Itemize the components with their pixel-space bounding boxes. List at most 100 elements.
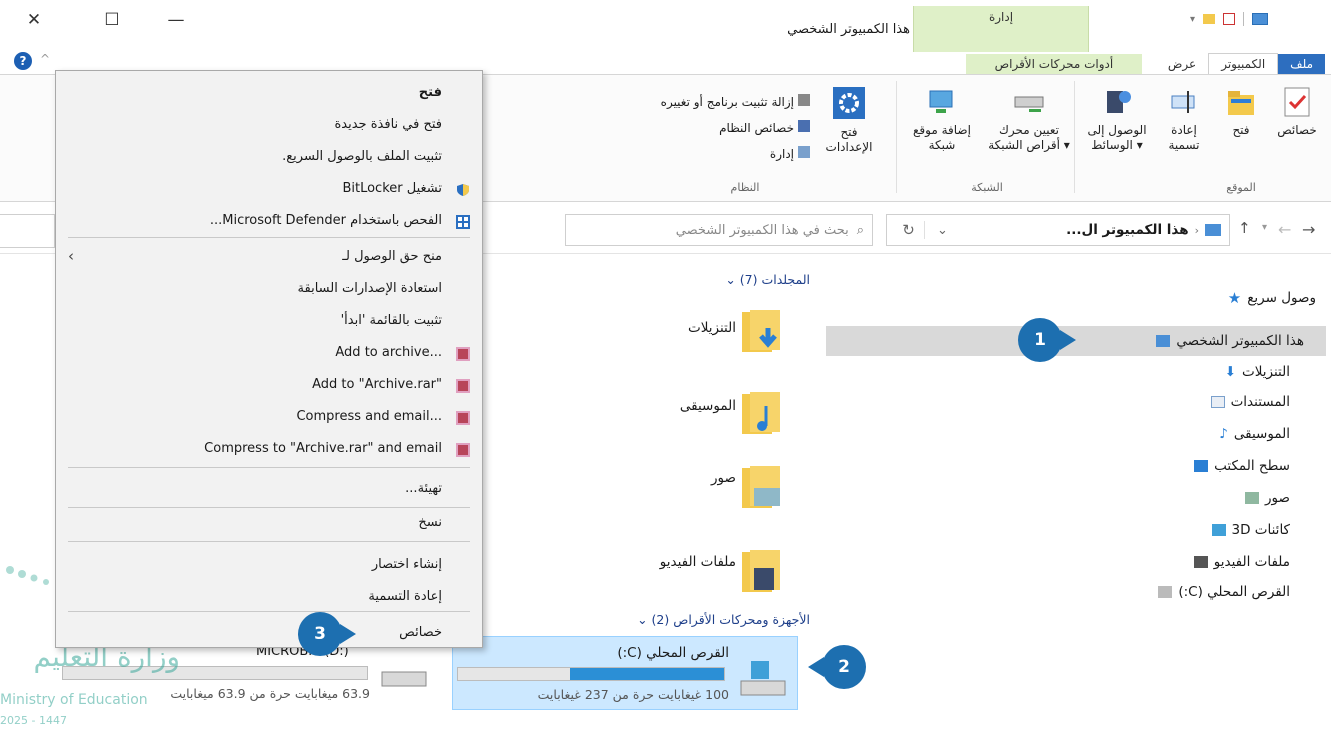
tab-drive-tools[interactable]: أدوات محركات الأقراص <box>965 54 1142 74</box>
menu-item-add-archive-rar[interactable]: Add to "Archive.rar" <box>312 377 442 399</box>
video-icon <box>1193 556 1208 568</box>
menu-item-open[interactable]: فتح <box>419 85 442 107</box>
nav-pictures-label: صور <box>1265 490 1290 506</box>
menu-item-format[interactable]: تهيئة... <box>405 481 442 503</box>
minimize-button[interactable]: — <box>156 6 196 34</box>
drive-icon <box>1158 586 1173 598</box>
drive-c-tile[interactable]: القرص المحلي (C:) 100 غيغابايت حرة من 23… <box>452 636 798 710</box>
quick-access-toolbar: ▾ <box>1190 12 1269 26</box>
collapse-ribbon-icon[interactable]: ^ <box>40 52 50 66</box>
menu-item-pin-quick-access[interactable]: تثبيت الملف بالوصول السريع. <box>282 149 442 171</box>
search-input[interactable]: بحث في هذا الكمبيوتر الشخصي <box>676 223 849 238</box>
star-icon: ★ <box>1227 289 1242 307</box>
manage-button[interactable]: إدارة <box>560 141 810 167</box>
nav-pictures[interactable]: صور <box>1245 484 1290 512</box>
menu-item-open-new-window[interactable]: فتح في نافذة جديدة <box>334 117 442 139</box>
menu-item-bitlocker[interactable]: تشغيل BitLocker <box>342 181 442 203</box>
nav-documents[interactable]: المستندات <box>1210 388 1290 416</box>
menu-item-add-archive[interactable]: Add to archive... <box>335 345 442 367</box>
settings-gear-icon <box>833 87 865 119</box>
folder-item[interactable]: التنزيلات <box>600 300 810 364</box>
help-icon[interactable]: ? <box>14 52 32 70</box>
back-arrow-icon[interactable]: → <box>1302 220 1315 239</box>
nav-local-disk[interactable]: القرص المحلي (C:) <box>1158 578 1290 606</box>
map-drive-label-2: أقراص الشبكة ▾ <box>988 138 1070 152</box>
breadcrumb: هذا الكمبيوتر ال... <box>1066 222 1189 238</box>
menu-item-defender-scan[interactable]: الفحص باستخدام Microsoft Defender... <box>210 213 442 235</box>
search-box[interactable]: ⌕ بحث في هذا الكمبيوتر الشخصي <box>565 214 873 246</box>
folders-group-header[interactable]: المجلدات (7) ⌄ <box>596 272 810 287</box>
group-label-location: الموقع <box>1226 181 1256 194</box>
menu-item-restore-versions[interactable]: استعادة الإصدارات السابقة <box>298 281 442 303</box>
winrar-icon <box>456 379 470 393</box>
nav-videos[interactable]: ملفات الفيديو <box>1193 548 1290 576</box>
menu-item-compress-rar-email[interactable]: Compress to "Archive.rar" and email <box>204 441 442 463</box>
network-drive-icon <box>1014 96 1044 112</box>
access-media-button[interactable]: الوصول إلى الوسائط ▾ <box>1080 85 1154 153</box>
menu-item-pin-start[interactable]: تثبيت بالقائمة 'ابدأ' <box>341 313 442 335</box>
left-box-edge <box>0 214 55 248</box>
folder-label: التنزيلات <box>688 320 736 336</box>
callout-1: 1 <box>1018 318 1076 362</box>
nav-this-pc[interactable]: هذا الكمبيوتر الشخصي <box>1156 327 1304 355</box>
refresh-icon[interactable]: ↻ <box>893 221 925 239</box>
rename-button[interactable]: إعادة تسمية <box>1156 85 1212 153</box>
forward-arrow-icon[interactable]: ← <box>1278 220 1291 239</box>
callout-3: 3 <box>298 612 356 656</box>
qat-folder-icon[interactable] <box>1203 14 1216 24</box>
qat-properties-icon[interactable] <box>1223 13 1236 25</box>
system-properties-icon <box>798 120 810 132</box>
manage-icon <box>798 146 810 158</box>
nav-desktop[interactable]: سطح المكتب <box>1194 452 1290 480</box>
map-network-drive-button[interactable]: تعيين محرك أقراص الشبكة ▾ <box>986 85 1072 153</box>
tab-computer[interactable]: الكمبيوتر <box>1208 53 1279 74</box>
folder-item[interactable]: الموسيقى <box>600 382 810 446</box>
folder-item[interactable]: ملفات الفيديو <box>600 548 810 612</box>
drive-c-free-space: 100 غيغابايت حرة من 237 غيغابايت <box>537 687 729 702</box>
tab-view[interactable]: عرض <box>1156 54 1208 74</box>
qat-dropdown-icon[interactable]: ▾ <box>1190 14 1195 25</box>
winrar-icon <box>456 347 470 361</box>
address-field[interactable]: ‹ هذا الكمبيوتر ال... ⌄ ↻ <box>886 214 1230 246</box>
menu-item-create-shortcut[interactable]: إنشاء اختصار <box>372 557 442 579</box>
nav-3d-objects[interactable]: كائنات 3D <box>1211 516 1290 544</box>
nav-downloads[interactable]: ⬇ التنزيلات <box>1225 358 1290 386</box>
add-network-location-button[interactable]: إضافة موقع شبكة <box>902 85 982 153</box>
defender-icon <box>456 215 470 229</box>
open-settings-label-2: الإعدادات <box>825 140 873 154</box>
windows-drive-icon <box>740 661 786 696</box>
contextual-tab-group: إدارة <box>913 6 1089 52</box>
menu-item-compress-email[interactable]: Compress and email... <box>296 409 442 431</box>
properties-icon <box>1284 87 1310 117</box>
winrar-icon <box>456 443 470 457</box>
desktop-icon <box>1194 460 1209 472</box>
menu-item-properties[interactable]: خصائص <box>399 625 442 647</box>
uninstall-program-button[interactable]: إزالة تثبيت برنامج أو تغييره <box>560 89 810 115</box>
properties-button[interactable]: خصائص <box>1268 85 1326 138</box>
access-media-label-1: الوصول إلى <box>1087 123 1147 137</box>
navigation-pane: ★ وصول سريع هذا الكمبيوتر الشخصي ⬇ التنز… <box>826 282 1326 612</box>
folder-open-icon <box>1228 91 1254 115</box>
rename-label-2: تسمية <box>1168 138 1200 152</box>
folder-item[interactable]: صور <box>600 464 810 528</box>
drives-group-header[interactable]: الأجهزة ومحركات الأقراص (2) ⌄ <box>560 612 810 627</box>
nav-music[interactable]: ♪ الموسيقى <box>1219 420 1290 448</box>
system-properties-button[interactable]: خصائص النظام <box>560 115 810 141</box>
callout-3-number: 3 <box>298 612 342 656</box>
close-button[interactable]: ✕ <box>14 6 54 34</box>
tab-file[interactable]: ملف <box>1278 54 1325 74</box>
maximize-button[interactable]: ☐ <box>92 6 132 34</box>
menu-item-copy[interactable]: نسخ <box>418 515 442 537</box>
nav-quick-access[interactable]: ★ وصول سريع <box>1228 284 1316 312</box>
up-arrow-icon[interactable]: ↑ <box>1238 219 1251 237</box>
address-dropdown-icon[interactable]: ⌄ <box>937 223 948 238</box>
recent-dropdown-icon[interactable]: ▾ <box>1262 222 1267 233</box>
menu-item-rename[interactable]: إعادة التسمية <box>368 589 442 611</box>
open-button[interactable]: فتح <box>1218 85 1264 138</box>
watermark-year: 2025 - 1447 <box>0 714 67 727</box>
map-drive-label-1: تعيين محرك <box>998 123 1059 137</box>
open-settings-button[interactable]: فتح الإعدادات <box>812 85 886 155</box>
usb-drive-icon <box>381 671 427 687</box>
menu-item-give-access[interactable]: منح حق الوصول لـ <box>342 249 442 271</box>
group-label-system: النظام <box>730 181 760 194</box>
